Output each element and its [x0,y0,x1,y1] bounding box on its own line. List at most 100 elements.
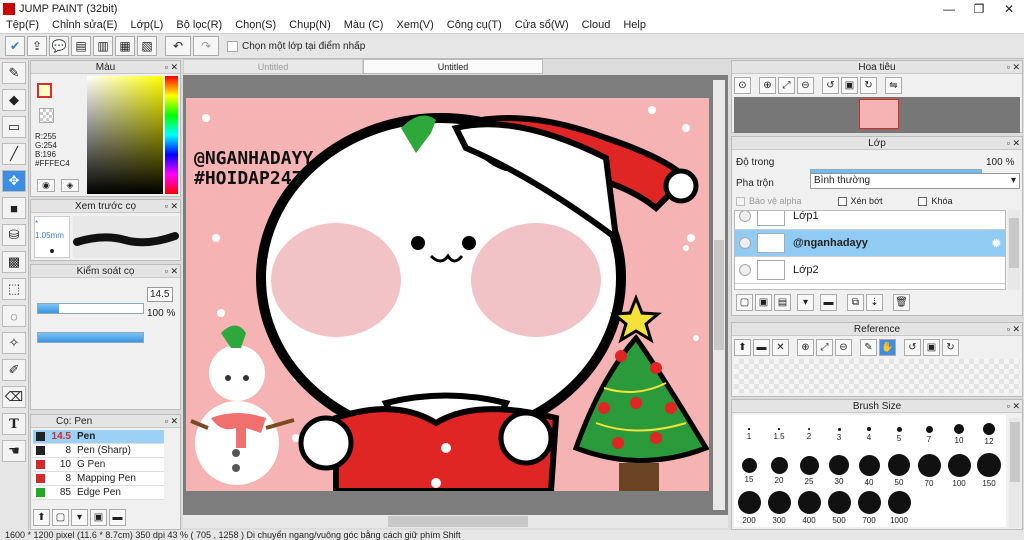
select-layer-checkbox[interactable] [227,40,238,52]
menu-color[interactable]: Màu (C) [344,19,384,31]
menu-edit[interactable]: Chỉnh sửa(E) [52,19,117,31]
menu-window[interactable]: Cửa sổ(W) [515,19,569,31]
fit-icon[interactable]: ⤢ [778,77,795,94]
brush-size-slider[interactable] [37,303,144,314]
menu-tools[interactable]: Công cụ(T) [447,19,502,31]
color-picker-icon[interactable]: ◉ [37,179,55,192]
page-icon[interactable]: ▥ [93,36,113,56]
brush-size-option[interactable]: 200 [734,490,764,527]
list-item[interactable]: 10 G Pen [33,458,164,472]
restore-button[interactable]: ❐ [964,2,994,16]
drawing-canvas[interactable]: @NGANHADAYY #HOIDAP247 [186,98,709,491]
speech-bubble-icon[interactable]: 💬 [49,36,69,56]
brush-size-option[interactable]: 1 [734,415,764,453]
fit-icon[interactable]: ⤢ [816,339,833,356]
brush-size-input[interactable]: 14.5 [147,287,173,302]
zoom-in-icon[interactable]: ⊕ [759,77,776,94]
rotate-reset-icon[interactable]: ▣ [841,77,858,94]
brush-size-option[interactable]: 2 [794,415,824,453]
menu-filter[interactable]: Bộ lọc(R) [176,19,222,31]
brush-size-option[interactable]: 500 [824,490,854,527]
brush-size-option[interactable]: 40 [854,453,884,490]
lasso-tool-icon[interactable]: ◌ [2,305,26,327]
brush-size-option[interactable]: 50 [884,453,914,490]
menu-help[interactable]: Help [623,19,646,31]
brush-size-option[interactable]: 12 [974,415,1004,453]
brush-size-option[interactable]: 30 [824,453,854,490]
delete-layer-icon[interactable]: 🗑 [893,294,910,311]
list-item[interactable]: 85 Edge Pen [33,486,164,500]
brush-size-scrollbar[interactable] [1009,418,1021,528]
marquee-tool-icon[interactable]: ⬚ [2,278,26,300]
rotate-reset-icon[interactable]: ▣ [923,339,940,356]
hue-slider[interactable] [165,76,178,194]
move-tool-icon[interactable]: ✥ [2,170,26,192]
brush-size-option[interactable]: 100 [944,453,974,490]
blend-mode-select[interactable]: Bình thường ▾ [810,173,1020,189]
eraser-tool-icon[interactable]: ◆ [2,89,26,111]
panel-close-icon[interactable]: ▫ ✕ [165,415,178,428]
merge-layer-icon[interactable]: ⇣ [866,294,883,311]
copy-brush-icon[interactable]: ▣ [90,509,107,526]
brush-size-option[interactable]: 3 [824,415,854,453]
comment-icon[interactable]: ▤ [71,36,91,56]
new-raster-layer-icon[interactable]: ▣ [755,294,772,311]
rotate-left-icon[interactable]: ↺ [904,339,921,356]
folder-icon[interactable]: ▬ [820,294,837,311]
menu-view[interactable]: Xem(V) [396,19,433,31]
select-eraser-tool-icon[interactable]: ⌫ [2,386,26,408]
flip-icon[interactable]: ⇋ [885,77,902,94]
clip-checkbox[interactable] [837,196,847,206]
upload-icon[interactable]: ⬆ [734,339,751,356]
navigator-preview[interactable] [734,97,1020,133]
close-icon[interactable]: ✕ [772,339,789,356]
tab-untitled-1[interactable]: Untitled [183,59,363,74]
brush-size-option[interactable]: 70 [914,453,944,490]
rotate-right-icon[interactable]: ↻ [860,77,877,94]
menu-cloud[interactable]: Cloud [582,19,611,31]
color-palette-icon[interactable]: ◈ [61,179,79,192]
folder-icon[interactable]: ▬ [109,509,126,526]
layer-scrollbar[interactable] [1008,210,1020,290]
magic-wand-tool-icon[interactable]: ✧ [2,332,26,354]
fill-rect-tool-icon[interactable]: ■ [2,197,26,219]
text-tool-icon[interactable]: T [2,413,26,435]
grid-check-icon[interactable]: ▧ [137,36,157,56]
list-item[interactable]: 14.5 Pen [33,430,164,444]
zoom-out-icon[interactable]: ⊖ [797,77,814,94]
menu-capture[interactable]: Chụp(N) [289,19,331,31]
brush-size-option[interactable]: 7 [914,415,944,453]
brush-size-option[interactable]: 5 [884,415,914,453]
horizontal-scrollbar[interactable] [183,515,728,528]
vertical-scrollbar[interactable] [713,80,725,510]
zoom-in-icon[interactable]: ⊕ [797,339,814,356]
panel-close-icon[interactable]: ▫ ✕ [165,61,178,74]
menu-layer[interactable]: Lớp(L) [130,19,163,31]
pen-tool-icon[interactable]: ✎ [2,62,26,84]
new-layer-icon[interactable]: ▢ [736,294,753,311]
add-layer-menu-icon[interactable]: ▾ [797,294,814,311]
zoom-reset-icon[interactable]: ⊙ [734,77,751,94]
brush-opacity-slider[interactable] [37,332,144,343]
foreground-color-swatch[interactable] [37,83,52,98]
close-button[interactable]: ✕ [994,2,1024,16]
brush-size-option[interactable]: 4 [854,415,884,453]
gradient-tool-icon[interactable]: ▩ [2,251,26,273]
zoom-out-icon[interactable]: ⊖ [835,339,852,356]
menu-select[interactable]: Chọn(S) [235,19,276,31]
protect-alpha-checkbox[interactable] [736,196,745,206]
export-icon[interactable]: ⇪ [27,36,47,56]
document-icon[interactable]: ▦ [115,36,135,56]
new-brush-icon[interactable]: ▢ [52,509,69,526]
brush-size-option[interactable]: 10 [944,415,974,453]
rotate-left-icon[interactable]: ↺ [822,77,839,94]
select-pen-tool-icon[interactable]: ✐ [2,359,26,381]
panel-close-icon[interactable]: ▫ ✕ [1007,61,1020,74]
new-8bit-layer-icon[interactable]: ▤ [774,294,791,311]
panel-close-icon[interactable]: ▫ ✕ [1007,400,1020,413]
duplicate-layer-icon[interactable]: ⧉ [847,294,864,311]
brush-size-option[interactable]: 1.5 [764,415,794,453]
brush-menu-icon[interactable]: ▾ [71,509,88,526]
brush-size-option[interactable]: 400 [794,490,824,527]
bucket-tool-icon[interactable]: ⛁ [2,224,26,246]
